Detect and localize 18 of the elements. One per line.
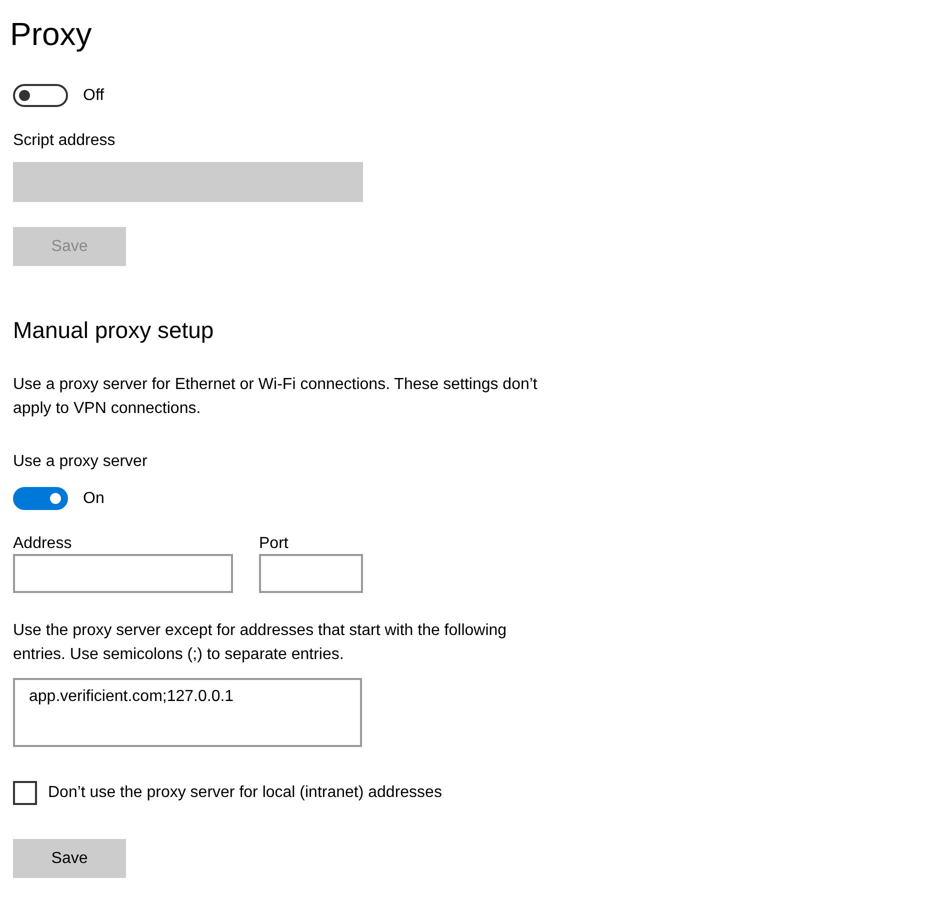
exceptions-field[interactable]: app.verificient.com;127.0.0.1 <box>13 678 362 747</box>
setting-label: Use a proxy server <box>13 452 148 472</box>
checkbox-label: Don’t use the proxy server for local (intranet) addresses <box>48 784 442 802</box>
port-field[interactable] <box>259 554 363 593</box>
toggle-state: Off <box>83 86 104 104</box>
field-label: Script address <box>13 131 116 151</box>
address-field[interactable] <box>13 554 233 593</box>
description: Use the proxy server except for addresses that start with the following entries. Use semicolons (;) to separate entries. <box>13 621 508 665</box>
toggle-switch[interactable] <box>13 487 68 510</box>
toggle-switch[interactable] <box>13 84 68 107</box>
page-title: Proxy <box>10 15 92 54</box>
section-heading: Manual proxy setup <box>13 316 214 344</box>
field-label: Address <box>13 534 73 554</box>
description: Use a proxy server for Ethernet or Wi-Fi connections. These settings don’t apply to VPN connections. <box>13 375 538 419</box>
checkbox[interactable] <box>13 781 37 805</box>
save-button[interactable]: Save <box>13 839 126 878</box>
toggle-state: On <box>83 490 104 508</box>
field-label: Port <box>259 534 290 554</box>
